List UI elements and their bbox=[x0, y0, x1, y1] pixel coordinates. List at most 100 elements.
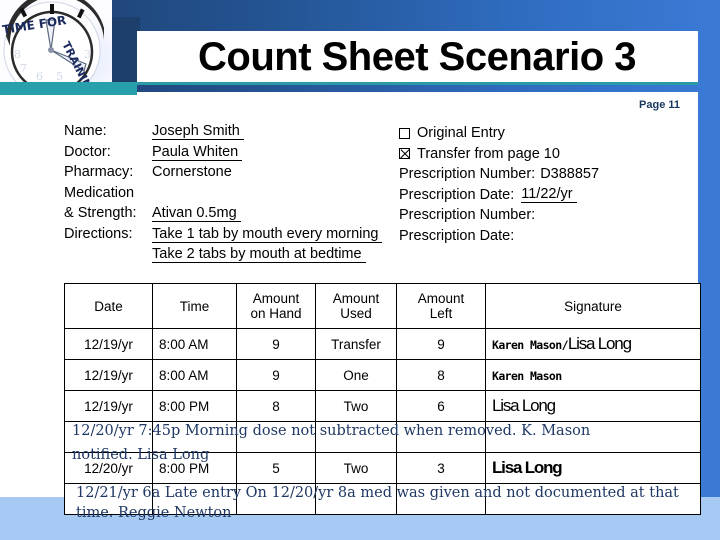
form-row-strength: & Strength: Ativan 0.5mg bbox=[64, 205, 399, 226]
rx-number-row-2: Prescription Number: bbox=[399, 205, 699, 226]
count-sheet-form: Name: Joseph Smith Doctor: Paula Whiten … bbox=[64, 123, 704, 267]
col-header-on-hand-line2: on Hand bbox=[250, 306, 302, 321]
original-entry-row[interactable]: Original Entry bbox=[399, 123, 699, 144]
cell-on-hand: 5 bbox=[236, 452, 316, 484]
form-row-name: Name: Joseph Smith bbox=[64, 123, 399, 144]
col-header-used-line1: Amount bbox=[332, 291, 380, 306]
col-header-amount-used: Amount Used bbox=[315, 283, 397, 329]
cell-date: 12/19/yr bbox=[64, 359, 153, 391]
col-header-on-hand-line1: Amount bbox=[252, 291, 300, 306]
page-title: Count Sheet Scenario 3 bbox=[198, 34, 636, 79]
name-value: Joseph Smith bbox=[152, 123, 244, 140]
doctor-label: Doctor: bbox=[64, 143, 111, 160]
col-header-time-line1: Time bbox=[179, 298, 210, 314]
cell-left: 9 bbox=[396, 328, 486, 360]
rx-date-label: Prescription Date: bbox=[399, 186, 515, 203]
form-right-column: Original Entry Transfer from page 10 Pre… bbox=[399, 123, 699, 267]
rx-number-label: Prescription Number: bbox=[399, 166, 536, 183]
cell-date: 12/19/yr bbox=[64, 390, 153, 422]
rx-date-label-2: Prescription Date: bbox=[399, 227, 515, 244]
signature-karen-mason: Karen Mason bbox=[492, 368, 562, 383]
cell-signature: Karen Mason/Lisa Long bbox=[485, 328, 701, 360]
strength-value: Ativan 0.5mg bbox=[152, 205, 241, 222]
cell-used: One bbox=[315, 359, 397, 391]
strength-label: & Strength: bbox=[64, 205, 137, 221]
form-row-directions: Directions: Take 1 tab by mouth every mo… bbox=[64, 226, 399, 247]
cell-signature: Lisa Long bbox=[485, 452, 701, 484]
cell-time: 8:00 AM bbox=[152, 328, 237, 360]
pharmacy-value: Cornerstone bbox=[152, 164, 232, 180]
table-header-row: Date Time Amount on Hand Amount Used Amo… bbox=[64, 283, 701, 329]
original-entry-label: Original Entry bbox=[417, 125, 505, 142]
annotation-note-1-line2: notified. Lisa Long bbox=[72, 447, 210, 463]
cell-used: Two bbox=[315, 452, 397, 484]
form-left-column: Name: Joseph Smith Doctor: Paula Whiten … bbox=[64, 123, 399, 267]
cell-used: Transfer bbox=[315, 328, 397, 360]
form-row-doctor: Doctor: Paula Whiten bbox=[64, 144, 399, 165]
cell-on-hand: 8 bbox=[236, 390, 316, 422]
cell-left: 8 bbox=[396, 359, 486, 391]
signature-lisa-long: Lisa Long bbox=[492, 458, 563, 477]
table-header: Date Time Amount on Hand Amount Used Amo… bbox=[64, 283, 701, 329]
cell-on-hand: 9 bbox=[236, 359, 316, 391]
cell-date: 12/19/yr bbox=[64, 328, 153, 360]
transfer-checkbox-checked-icon[interactable] bbox=[399, 148, 410, 160]
cell-left: 6 bbox=[396, 390, 486, 422]
col-header-amount-left: Amount Left bbox=[396, 283, 486, 329]
signature-lisa-long: Lisa Long bbox=[567, 334, 632, 353]
cell-time: 8:00 PM bbox=[152, 390, 237, 422]
rx-number-label-2: Prescription Number: bbox=[399, 207, 536, 224]
table-row[interactable]: 12/19/yr 8:00 AM 9 One 8 Karen Mason bbox=[64, 359, 701, 391]
col-header-date-line1: Date bbox=[94, 298, 123, 314]
col-header-signature-line1: Signature bbox=[564, 298, 622, 314]
svg-text:8: 8 bbox=[14, 48, 21, 61]
slide-canvas: 87 65 43 TIME FOR TRAINING Count Sheet S… bbox=[0, 0, 720, 540]
cell-signature: Lisa Long bbox=[485, 390, 701, 422]
teal-accent-block bbox=[0, 82, 137, 95]
annotation-note-1-line1: 12/20/yr 7:45p Morning dose not subtract… bbox=[72, 423, 591, 439]
col-header-left-line1: Amount bbox=[417, 291, 465, 306]
time-for-training-logo: 87 65 43 TIME FOR TRAINING bbox=[0, 0, 112, 83]
pharmacy-label: Pharmacy: bbox=[64, 164, 134, 180]
rx-number-value: D388857 bbox=[540, 166, 600, 183]
transfer-row[interactable]: Transfer from page 10 bbox=[399, 144, 699, 165]
signature-lisa-long: Lisa Long bbox=[492, 396, 556, 415]
col-header-date: Date bbox=[64, 283, 153, 329]
table-row[interactable]: 12/19/yr 8:00 AM 9 Transfer 9 Karen Maso… bbox=[64, 328, 701, 360]
header-navy-block bbox=[110, 17, 140, 83]
col-header-amount-on-hand: Amount on Hand bbox=[236, 283, 316, 329]
original-entry-checkbox-icon[interactable] bbox=[399, 127, 410, 139]
cell-signature: Karen Mason bbox=[485, 359, 701, 391]
name-label: Name: bbox=[64, 123, 107, 139]
col-header-left-line2: Left bbox=[429, 306, 453, 321]
svg-text:3: 3 bbox=[84, 48, 91, 61]
cell-left: 3 bbox=[396, 452, 486, 484]
annotation-note-2-line2: time. Reggie Newton bbox=[76, 505, 232, 521]
cell-time: 8:00 AM bbox=[152, 359, 237, 391]
col-header-time: Time bbox=[152, 283, 237, 329]
directions-value-line2: Take 2 tabs by mouth at bedtime bbox=[152, 246, 366, 263]
cell-on-hand: 9 bbox=[236, 328, 316, 360]
col-header-signature: Signature bbox=[485, 283, 701, 329]
count-sheet-table: Date Time Amount on Hand Amount Used Amo… bbox=[64, 283, 701, 515]
rx-date-row: Prescription Date: 11/22/yr bbox=[399, 185, 699, 206]
rx-date-value: 11/22/yr bbox=[521, 186, 577, 204]
form-row-pharmacy: Pharmacy: Cornerstone bbox=[64, 164, 399, 185]
form-row-directions-2: Take 2 tabs by mouth at bedtime bbox=[64, 246, 399, 267]
cell-used: Two bbox=[315, 390, 397, 422]
page-number-label: Page 11 bbox=[639, 99, 680, 111]
table-row[interactable]: 12/19/yr 8:00 PM 8 Two 6 Lisa Long bbox=[64, 390, 701, 422]
col-header-used-line2: Used bbox=[340, 306, 372, 321]
annotation-note-2-line1: 12/21/yr 6a Late entry On 12/20/yr 8a me… bbox=[76, 485, 679, 501]
rx-number-row: Prescription Number: D388857 bbox=[399, 164, 699, 185]
form-row-medication: Medication bbox=[64, 185, 399, 206]
signature-karen-mason: Karen Mason bbox=[492, 338, 562, 352]
svg-text:7: 7 bbox=[20, 62, 27, 75]
rx-date-row-2: Prescription Date: bbox=[399, 226, 699, 247]
directions-label: Directions: bbox=[64, 225, 133, 242]
medication-label: Medication bbox=[64, 184, 135, 201]
directions-value-line1: Take 1 tab by mouth every morning bbox=[152, 226, 383, 243]
clock-icon: 87 65 43 TIME FOR TRAINING bbox=[0, 0, 112, 83]
doctor-value: Paula Whiten bbox=[152, 144, 243, 161]
transfer-label: Transfer from page 10 bbox=[417, 145, 560, 162]
